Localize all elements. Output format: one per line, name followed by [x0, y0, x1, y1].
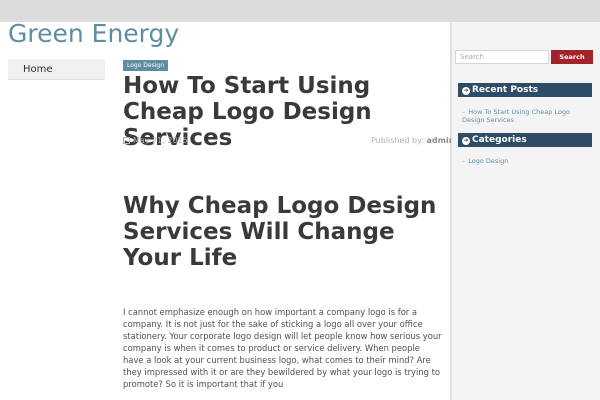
list-item: – How To Start Using Cheap Logo Design Se… — [462, 108, 592, 124]
category-link[interactable]: Logo Design — [468, 157, 508, 165]
post-body: I cannot emphasize enough on how importa… — [123, 307, 442, 389]
arrow-circle-icon: ➜ — [462, 87, 470, 95]
search-input[interactable] — [455, 50, 549, 64]
nav-item-home[interactable]: Home — [8, 59, 105, 80]
sidebar — [451, 22, 600, 400]
published-by-label: Published by: — [371, 136, 424, 145]
dash-icon: – — [462, 108, 466, 116]
recent-posts-title: ➜ Recent Posts — [458, 83, 592, 97]
main-nav: Home — [8, 59, 105, 80]
post-date-text: May 21, 2015 — [133, 136, 188, 145]
calendar-icon — [123, 137, 130, 144]
category-badge[interactable]: Logo Design — [123, 60, 169, 71]
categories-title: ➜ Categories — [458, 133, 592, 147]
site-title[interactable]: Green Energy — [8, 19, 179, 48]
post-date: May 21, 2015 — [123, 136, 188, 145]
categories-list: – Logo Design — [462, 157, 592, 165]
categories-label: Categories — [472, 135, 527, 145]
arrow-circle-icon: ➜ — [462, 137, 470, 145]
recent-post-link[interactable]: How To Start Using Cheap Logo Design Ser… — [462, 108, 570, 124]
post-subheading: Why Cheap Logo Design Services Will Chan… — [123, 193, 437, 271]
dash-icon: – — [462, 157, 466, 165]
recent-posts-list: – How To Start Using Cheap Logo Design Se… — [462, 108, 592, 124]
post-author: Published by: admin — [371, 136, 454, 145]
list-item: – Logo Design — [462, 157, 592, 165]
search-button[interactable]: Search — [551, 50, 593, 64]
recent-posts-label: Recent Posts — [472, 85, 539, 95]
